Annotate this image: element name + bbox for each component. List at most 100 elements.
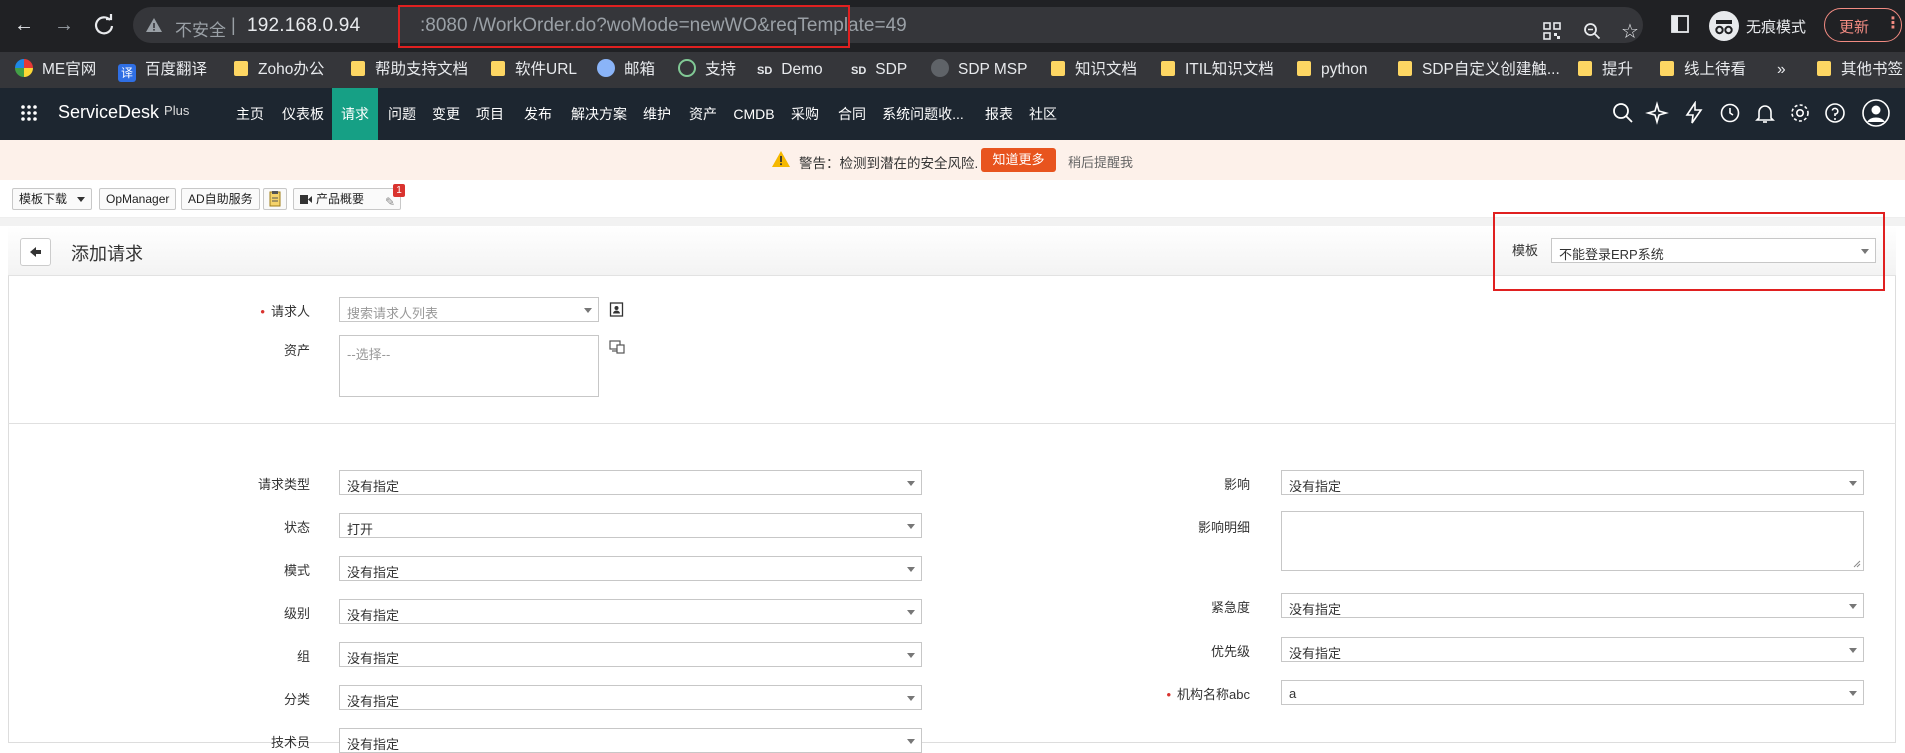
bookmark-improve[interactable]: 提升 xyxy=(1578,52,1633,88)
bookmark-label: Zoho办公 xyxy=(258,61,325,78)
technician-label: 技术员 xyxy=(270,735,310,750)
asset-picker-icon[interactable] xyxy=(609,340,625,354)
asset-placeholder: --选择-- xyxy=(347,347,391,362)
bookmark-other[interactable]: 其他书签 xyxy=(1817,52,1903,88)
priority-select[interactable]: 没有指定 xyxy=(1281,637,1864,662)
lightning-icon[interactable] xyxy=(1682,101,1706,125)
kebab-menu-icon[interactable]: ⋮ xyxy=(1885,13,1901,33)
bookmark-sdp-custom[interactable]: SDP自定义创建触... xyxy=(1398,52,1560,88)
nav-home[interactable]: 主页 xyxy=(230,88,270,140)
history-icon[interactable] xyxy=(1718,101,1742,125)
sd-icon: SD xyxy=(757,65,773,77)
nav-reports[interactable]: 报表 xyxy=(979,88,1019,140)
bookmark-star-icon[interactable]: ☆ xyxy=(1621,19,1639,44)
bookmark-zoho[interactable]: Zoho办公 xyxy=(234,52,324,88)
impact-select[interactable]: 没有指定 xyxy=(1281,470,1864,495)
requester-label: • 请求人 xyxy=(230,301,310,320)
urgency-select[interactable]: 没有指定 xyxy=(1281,593,1864,618)
level-select[interactable]: 没有指定 xyxy=(339,599,922,624)
app-grid-icon[interactable] xyxy=(21,105,37,121)
opmanager-button[interactable]: OpManager xyxy=(99,188,177,210)
group-select[interactable]: 没有指定 xyxy=(339,642,922,667)
bookmark-support[interactable]: 支持 xyxy=(678,52,736,88)
nav-community[interactable]: 社区 xyxy=(1023,88,1063,140)
chevron-down-icon xyxy=(907,481,915,486)
back-arrow-icon[interactable]: ← xyxy=(11,12,37,38)
product-overview-button[interactable]: 产品概要 ✎ xyxy=(293,188,401,210)
bookmark-label: python xyxy=(1321,61,1368,78)
status-select[interactable]: 打开 xyxy=(339,513,922,538)
mode-value: 没有指定 xyxy=(347,565,400,580)
clipboard-icon[interactable] xyxy=(263,188,287,210)
bookmark-itil[interactable]: ITIL知识文档 xyxy=(1161,52,1274,88)
bookmarks-overflow[interactable]: » xyxy=(1777,52,1786,88)
nav-solutions[interactable]: 解决方案 xyxy=(568,88,630,140)
brand-plus: Plus xyxy=(164,103,190,118)
nav-purchase[interactable]: 采购 xyxy=(784,88,826,140)
bookmark-python[interactable]: python xyxy=(1297,52,1368,88)
remind-later-link[interactable]: 稍后提醒我 xyxy=(1068,152,1133,171)
nav-projects[interactable]: 项目 xyxy=(470,88,510,140)
technician-select[interactable]: 没有指定 xyxy=(339,728,922,753)
nav-cmdb[interactable]: CMDB xyxy=(730,88,778,140)
bookmark-demo[interactable]: SD Demo xyxy=(757,52,823,88)
bookmark-mail[interactable]: 邮箱 xyxy=(597,52,655,88)
nav-system-issues[interactable]: 系统问题收... xyxy=(881,88,965,140)
brand-name: ServiceDesk xyxy=(58,102,160,122)
gear-icon[interactable] xyxy=(1788,101,1812,125)
qr-code-icon[interactable] xyxy=(1543,22,1561,40)
bookmark-sdp-msp[interactable]: SDP MSP xyxy=(931,52,1028,88)
update-label: 更新 xyxy=(1839,19,1870,36)
address-bar[interactable]: 不安全 | 192.168.0.94 :8080 /WorkOrder.do?w… xyxy=(133,7,1643,43)
address-book-icon[interactable] xyxy=(609,302,624,317)
zoom-icon[interactable] xyxy=(1583,22,1601,40)
nav-dashboard[interactable]: 仪表板 xyxy=(278,88,328,140)
bookmark-knowledge[interactable]: 知识文档 xyxy=(1051,52,1137,88)
nav-assets[interactable]: 资产 xyxy=(683,88,723,140)
search-icon[interactable] xyxy=(1611,101,1635,125)
requester-select[interactable]: 搜索请求人列表 xyxy=(339,297,599,322)
update-button[interactable]: 更新 ⋮ xyxy=(1824,8,1902,42)
nav-contracts[interactable]: 合同 xyxy=(831,88,873,140)
sparkle-icon[interactable] xyxy=(1645,101,1669,125)
bookmark-baidu-translate[interactable]: 译百度翻译 xyxy=(118,52,207,88)
bell-icon[interactable] xyxy=(1753,101,1777,125)
bookmark-label: 百度翻译 xyxy=(145,61,208,78)
folder-icon xyxy=(1578,61,1592,76)
help-icon[interactable] xyxy=(1823,101,1847,125)
ad-self-service-button[interactable]: AD自助服务 xyxy=(181,188,260,210)
template-select[interactable]: 不能登录ERP系统 xyxy=(1551,238,1876,263)
bookmark-sdp[interactable]: SD SDP xyxy=(851,52,907,88)
resize-handle-icon[interactable] xyxy=(1853,560,1861,568)
request-type-select[interactable]: 没有指定 xyxy=(339,470,922,495)
nav-changes[interactable]: 变更 xyxy=(426,88,466,140)
bookmark-me[interactable]: ME官网 xyxy=(15,52,96,88)
org-name-select[interactable]: a xyxy=(1281,680,1864,705)
category-select[interactable]: 没有指定 xyxy=(339,685,922,710)
bookmark-online-watch[interactable]: 线上待看 xyxy=(1660,52,1746,88)
bookmark-software-url[interactable]: 软件URL xyxy=(491,52,577,88)
app-logo[interactable]: ServiceDesk Plus xyxy=(58,102,189,123)
avatar[interactable] xyxy=(1861,98,1891,128)
org-name-label-text: 机构名称abc xyxy=(1177,687,1250,702)
chevron-down-icon xyxy=(1849,604,1857,609)
nav-releases[interactable]: 发布 xyxy=(518,88,558,140)
mode-select[interactable]: 没有指定 xyxy=(339,556,922,581)
incognito-icon[interactable] xyxy=(1709,11,1739,41)
impact-detail-textarea[interactable] xyxy=(1281,511,1864,571)
nav-problems[interactable]: 问题 xyxy=(382,88,422,140)
back-button[interactable] xyxy=(20,238,51,266)
asset-select[interactable]: --选择-- xyxy=(339,335,599,397)
reload-icon[interactable] xyxy=(91,12,117,38)
browser-toolbar: ← → 不安全 | 192.168.0.94 :8080 /WorkOrder.… xyxy=(0,0,1905,52)
nav-requests[interactable]: 请求 xyxy=(332,88,378,140)
nav-maintenance[interactable]: 维护 xyxy=(638,88,676,140)
learn-more-button[interactable]: 知道更多 xyxy=(981,148,1056,172)
side-panel-icon[interactable] xyxy=(1671,15,1689,33)
template-download-dropdown[interactable]: 模板下载 xyxy=(12,188,92,210)
bookmark-help-docs[interactable]: 帮助支持文档 xyxy=(351,52,468,88)
urgency-label: 紧急度 xyxy=(1210,600,1250,615)
impact-label: 影响 xyxy=(1223,477,1250,492)
forward-arrow-icon[interactable]: → xyxy=(51,12,77,38)
warning-triangle-icon xyxy=(145,16,163,34)
